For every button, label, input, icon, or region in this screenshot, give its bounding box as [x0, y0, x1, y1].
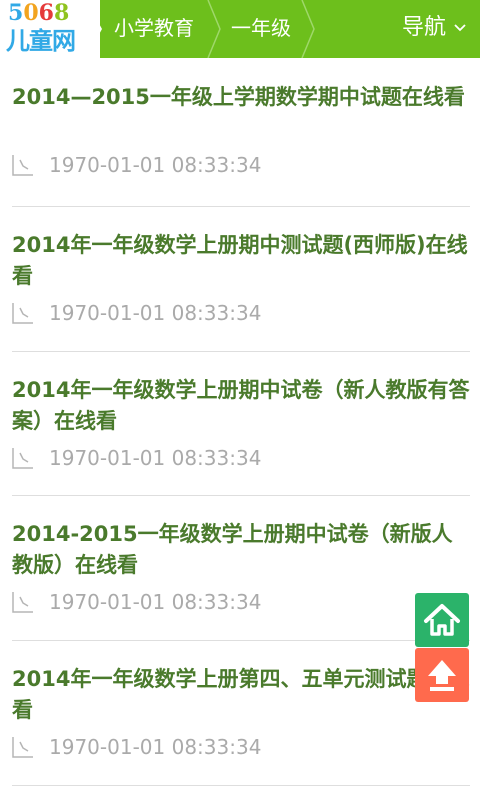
- nav-menu-label: 导航: [401, 15, 446, 40]
- logo-digits: 5068: [8, 0, 70, 26]
- article-time: 1970-01-01 08:33:34: [49, 735, 262, 759]
- chevron-down-icon: [454, 24, 466, 32]
- home-button[interactable]: [415, 593, 469, 647]
- breadcrumb-grade-one[interactable]: 一年级: [231, 0, 291, 58]
- article-time: 1970-01-01 08:33:34: [49, 153, 262, 177]
- article-time: 1970-01-01 08:33:34: [49, 446, 262, 470]
- site-logo[interactable]: 5068 儿童网: [0, 0, 100, 58]
- article-time: 1970-01-01 08:33:34: [49, 590, 262, 614]
- article-title[interactable]: 2014—2015一年级上学期数学期中试题在线看: [12, 82, 470, 113]
- list-item[interactable]: 2014年一年级数学上册期中试卷（新人教版有答案）在线看 1970-01-01 …: [12, 351, 470, 496]
- clock-icon: [12, 448, 33, 469]
- breadcrumb-separator-icon: [207, 0, 221, 58]
- top-bar: 5068 儿童网 小学教育 一年级 导航: [0, 0, 480, 58]
- home-icon: [424, 604, 460, 636]
- clock-icon: [12, 737, 33, 758]
- clock-icon: [12, 155, 33, 176]
- article-title[interactable]: 2014年一年级数学上册期中试卷（新人教版有答案）在线看: [12, 375, 470, 437]
- arrow-up-icon: [428, 660, 456, 691]
- logo-name: 儿童网: [6, 27, 76, 55]
- article-title[interactable]: 2014-2015一年级数学上册期中试卷（新版人教版）在线看: [12, 519, 470, 581]
- nav-menu-button[interactable]: 导航: [402, 0, 466, 58]
- article-title[interactable]: 2014年一年级数学上册第四、五单元测试题在线看: [12, 664, 470, 726]
- article-time: 1970-01-01 08:33:34: [49, 301, 262, 325]
- list-item[interactable]: 2014年一年级数学上册期中测试题(西师版)在线看 1970-01-01 08:…: [12, 206, 470, 352]
- clock-icon: [12, 303, 33, 324]
- logo-separator: [86, 0, 102, 58]
- list-item[interactable]: 2014-2015一年级数学上册期中试卷（新版人教版）在线看 1970-01-0…: [12, 495, 470, 641]
- breadcrumb-primary-education[interactable]: 小学教育: [114, 0, 194, 58]
- back-to-top-button[interactable]: [415, 648, 469, 702]
- breadcrumb-separator-icon: [301, 0, 315, 58]
- list-item[interactable]: 2014—2015一年级上学期数学期中试题在线看 1970-01-01 08:3…: [12, 58, 470, 207]
- clock-icon: [12, 592, 33, 613]
- list-item[interactable]: 2014年一年级数学上册第四、五单元测试题在线看 1970-01-01 08:3…: [12, 640, 470, 786]
- article-title[interactable]: 2014年一年级数学上册期中测试题(西师版)在线看: [12, 230, 470, 292]
